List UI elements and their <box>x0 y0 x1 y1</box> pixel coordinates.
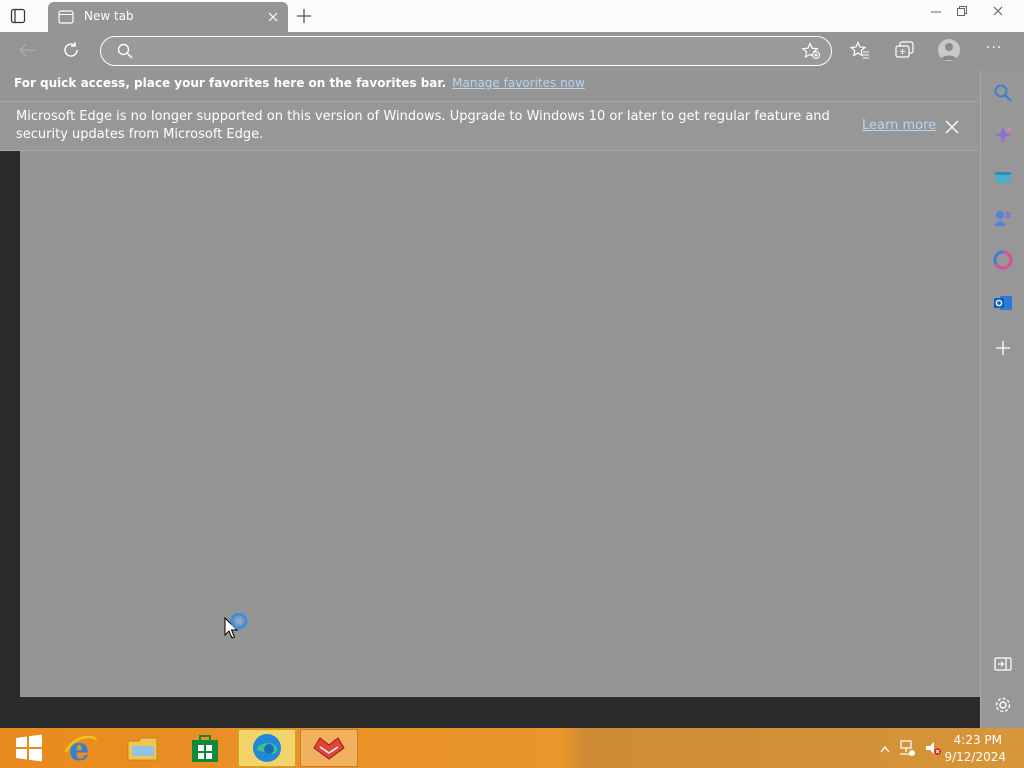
infobar-close-icon[interactable] <box>944 119 960 139</box>
copilot-icon[interactable] <box>993 125 1013 145</box>
close-button[interactable] <box>978 0 1018 22</box>
infobar-message: Microsoft Edge is no longer supported on… <box>16 109 830 142</box>
tab-actions-icon[interactable] <box>10 8 26 24</box>
add-favorite-icon[interactable] <box>801 42 821 64</box>
profile-avatar-icon[interactable] <box>938 39 960 61</box>
clock-time[interactable]: 4:23 PM <box>954 733 1002 747</box>
desktop-background <box>0 151 20 728</box>
manage-favorites-link[interactable]: Manage favorites now <box>452 76 585 90</box>
sidebar <box>980 70 1024 728</box>
add-icon[interactable] <box>993 338 1013 358</box>
tab-close-icon[interactable] <box>268 11 278 26</box>
outlook-icon[interactable] <box>993 293 1013 313</box>
shopping-icon[interactable] <box>993 168 1013 188</box>
network-icon[interactable] <box>898 739 916 761</box>
tab-title: New tab <box>84 9 134 23</box>
unsupported-os-infobar: Microsoft Edge is no longer supported on… <box>0 102 978 151</box>
microsoft-365-icon[interactable] <box>993 250 1013 270</box>
page-content <box>20 151 977 697</box>
app-icon[interactable] <box>300 729 358 767</box>
new-tab-icon <box>58 10 74 28</box>
back-button[interactable] <box>18 42 36 62</box>
new-tab-button[interactable] <box>296 8 312 28</box>
store-icon[interactable] <box>176 729 234 767</box>
microsoft-edge-icon[interactable] <box>238 729 296 767</box>
edge-window: New tab ··· For quick access, place your… <box>0 0 1024 728</box>
taskbar: e 4:23 PM 9/12/2024 <box>0 728 1024 768</box>
more-options-icon[interactable]: ··· <box>986 40 1002 56</box>
favorites-bar-message: For quick access, place your favorites h… <box>14 76 447 90</box>
start-button[interactable] <box>0 729 58 767</box>
volume-muted-icon[interactable] <box>924 739 942 761</box>
file-explorer-icon[interactable] <box>114 729 172 767</box>
restore-button[interactable] <box>946 0 978 22</box>
games-icon[interactable] <box>993 208 1013 228</box>
refresh-button[interactable] <box>62 41 80 63</box>
internet-explorer-icon[interactable]: e <box>52 729 110 767</box>
collections-icon[interactable] <box>895 41 915 63</box>
system-tray: 4:23 PM 9/12/2024 <box>864 728 1024 768</box>
favorites-bar: For quick access, place your favorites h… <box>14 76 585 90</box>
title-bar: New tab <box>0 0 1024 32</box>
clock-date[interactable]: 9/12/2024 <box>944 750 1006 764</box>
search-icon <box>117 43 133 63</box>
desktop-background <box>0 697 1024 728</box>
search-icon[interactable] <box>993 83 1013 103</box>
settings-icon[interactable] <box>993 695 1013 715</box>
hide-sidebar-icon[interactable] <box>993 654 1013 674</box>
busy-cursor-icon <box>224 612 250 645</box>
tab-new-tab[interactable]: New tab <box>48 2 288 32</box>
favorites-icon[interactable] <box>849 41 870 63</box>
show-hidden-icons-icon[interactable] <box>880 742 890 757</box>
learn-more-link[interactable]: Learn more <box>862 118 936 133</box>
address-bar[interactable] <box>100 36 832 66</box>
